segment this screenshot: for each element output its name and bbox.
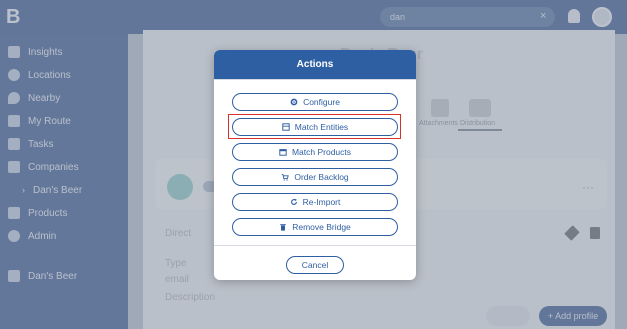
selection-highlight [228, 114, 401, 139]
cancel-button[interactable]: Cancel [286, 256, 344, 274]
configure-label: Configure [303, 97, 340, 107]
match-products-label: Match Products [291, 147, 352, 157]
configure-button[interactable]: Configure [232, 93, 398, 111]
match-products-button[interactable]: Match Products [232, 143, 398, 161]
trash-icon [280, 224, 287, 231]
gear-icon [290, 98, 298, 106]
order-backlog-label: Order Backlog [294, 172, 349, 182]
refresh-icon [290, 198, 297, 205]
order-backlog-button[interactable]: Order Backlog [232, 168, 398, 186]
header-divider [214, 79, 416, 80]
remove-bridge-button[interactable]: Remove Bridge [232, 218, 398, 236]
actions-dialog: Actions Configure Match Entities Match P… [214, 50, 416, 280]
dialog-title: Actions [214, 50, 416, 79]
cart-icon [282, 174, 290, 181]
calendar-icon [279, 149, 287, 156]
re-import-label: Re-Import [302, 197, 341, 207]
re-import-button[interactable]: Re-Import [232, 193, 398, 211]
footer-divider [214, 245, 416, 246]
remove-bridge-label: Remove Bridge [292, 222, 351, 232]
